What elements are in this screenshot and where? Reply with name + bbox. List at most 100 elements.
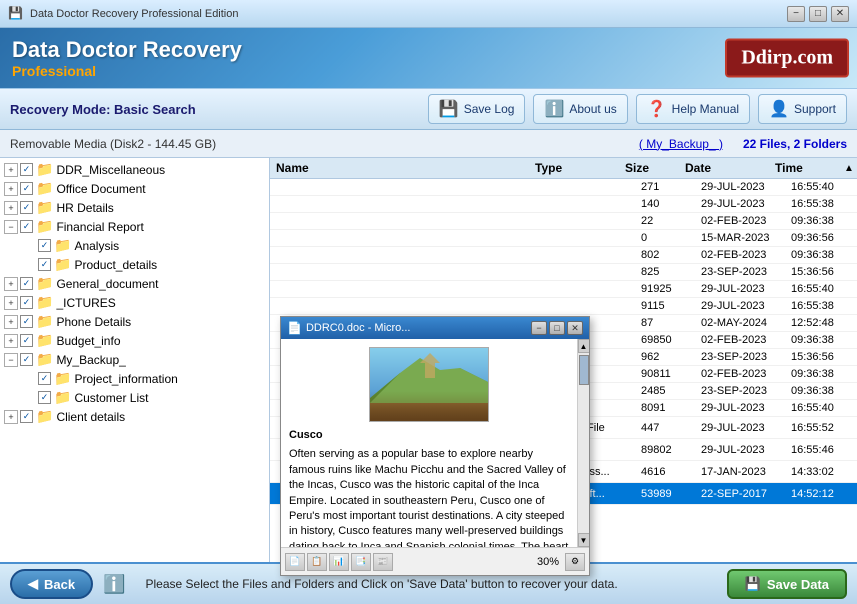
tree-checkbox[interactable]	[20, 201, 33, 214]
tree-checkbox[interactable]	[20, 334, 33, 347]
file-time: 09:36:56	[787, 232, 857, 244]
file-time: 09:36:38	[787, 215, 857, 227]
file-row[interactable]: 911529-JUL-202316:55:38	[270, 298, 857, 315]
backup-link[interactable]: ( My_Backup_ )	[619, 137, 743, 151]
close-button[interactable]: ✕	[831, 6, 849, 22]
file-row[interactable]: 27129-JUL-202316:55:40	[270, 179, 857, 196]
tree-item-customer_list[interactable]: 📁Customer List	[0, 388, 269, 407]
save-log-icon: 💾	[439, 99, 459, 119]
support-button[interactable]: 👤 Support	[758, 94, 847, 124]
save-log-button[interactable]: 💾 Save Log	[428, 94, 526, 124]
file-date: 23-SEP-2023	[697, 385, 787, 397]
tree-checkbox[interactable]	[20, 277, 33, 290]
file-size: 87	[637, 317, 697, 329]
tree-item-financial_report[interactable]: −📁Financial Report	[0, 217, 269, 236]
file-row[interactable]: 80202-FEB-202309:36:38	[270, 247, 857, 264]
tree-label: Financial Report	[56, 220, 143, 234]
statusbar: Removable Media (Disk2 - 144.45 GB) ( My…	[0, 130, 857, 158]
file-size: 9115	[637, 300, 697, 312]
file-time: 16:55:46	[787, 444, 857, 456]
file-time: 14:52:12	[787, 488, 857, 500]
doc-view-btn1[interactable]: 📄	[285, 553, 305, 571]
tree-label: My_Backup_	[56, 353, 125, 367]
tree-item-analysis[interactable]: 📁Analysis	[0, 236, 269, 255]
tree-expander[interactable]: −	[4, 220, 18, 234]
tree-expander[interactable]: +	[4, 410, 18, 424]
doc-scrollbar: ▲ ▼	[577, 339, 589, 547]
tree-item-office_doc[interactable]: +📁Office Document	[0, 179, 269, 198]
file-date: 29-JUL-2023	[697, 283, 787, 295]
doc-view-btn5[interactable]: 📰	[373, 553, 393, 571]
file-date: 29-JUL-2023	[697, 181, 787, 193]
tree-checkbox[interactable]	[20, 182, 33, 195]
doc-body: Cusco Often serving as a popular base to…	[281, 339, 577, 547]
doc-view-btn4[interactable]: 📑	[351, 553, 371, 571]
brand-logo: Ddirp.com	[725, 39, 849, 78]
folder-icon: 📁	[36, 313, 53, 330]
doc-minimize-btn[interactable]: −	[531, 321, 547, 335]
tree-expander[interactable]: +	[4, 201, 18, 215]
tree-expander[interactable]: +	[4, 315, 18, 329]
tree-expander[interactable]: −	[4, 353, 18, 367]
tree-expander[interactable]: +	[4, 277, 18, 291]
brand-subtitle: Professional	[12, 63, 242, 79]
help-icon: ❓	[647, 99, 667, 119]
tree-item-hr_details[interactable]: +📁HR Details	[0, 198, 269, 217]
save-data-button[interactable]: 💾 Save Data	[727, 569, 847, 599]
file-time: 16:55:52	[787, 422, 857, 434]
tree-label: Budget_info	[56, 334, 120, 348]
file-row[interactable]: 9192529-JUL-202316:55:40	[270, 281, 857, 298]
tree-item-general_doc[interactable]: +📁General_document	[0, 274, 269, 293]
doc-view-btn2[interactable]: 📋	[307, 553, 327, 571]
doc-maximize-btn[interactable]: □	[549, 321, 565, 335]
tree-item-my_backup[interactable]: −📁My_Backup_	[0, 350, 269, 369]
tree-item-budget_info[interactable]: +📁Budget_info	[0, 331, 269, 350]
file-size: 69850	[637, 334, 697, 346]
file-time: 16:55:38	[787, 300, 857, 312]
tree-checkbox[interactable]	[20, 296, 33, 309]
tree-item-product_details[interactable]: 📁Product_details	[0, 255, 269, 274]
file-date: 22-SEP-2017	[697, 488, 787, 500]
tree-checkbox[interactable]	[38, 391, 51, 404]
col-header-type: Type	[531, 161, 621, 175]
folder-icon: 📁	[54, 389, 71, 406]
file-row[interactable]: 015-MAR-202309:36:56	[270, 230, 857, 247]
scroll-down-arrow[interactable]: ▼	[578, 533, 590, 547]
scroll-top-btn[interactable]: ▲	[841, 161, 857, 175]
doc-view-btn3[interactable]: 📊	[329, 553, 349, 571]
file-list-header: Name Type Size Date Time ▲	[270, 158, 857, 179]
file-size: 4616	[637, 466, 697, 478]
tree-expander[interactable]: +	[4, 334, 18, 348]
tree-expander[interactable]: +	[4, 182, 18, 196]
about-us-button[interactable]: ℹ️ About us	[533, 94, 627, 124]
tree-item-client_details[interactable]: +📁Client details	[0, 407, 269, 426]
doc-body-text: Often serving as a popular base to explo…	[289, 447, 569, 547]
tree-item-ddr_misc[interactable]: +📁DDR_Miscellaneous	[0, 160, 269, 179]
file-row[interactable]: 2202-FEB-202309:36:38	[270, 213, 857, 230]
tree-checkbox[interactable]	[20, 163, 33, 176]
tree-checkbox[interactable]	[38, 258, 51, 271]
file-row[interactable]: 14029-JUL-202316:55:38	[270, 196, 857, 213]
file-date: 23-SEP-2023	[697, 351, 787, 363]
maximize-button[interactable]: □	[809, 6, 827, 22]
tree-checkbox[interactable]	[38, 372, 51, 385]
scroll-up-arrow[interactable]: ▲	[578, 339, 590, 353]
file-time: 12:52:48	[787, 317, 857, 329]
scroll-thumb[interactable]	[579, 355, 589, 385]
tree-expander[interactable]: +	[4, 163, 18, 177]
tree-checkbox[interactable]	[20, 410, 33, 423]
tree-checkbox[interactable]	[20, 220, 33, 233]
tree-item-project_info[interactable]: 📁Project_information	[0, 369, 269, 388]
doc-close-btn[interactable]: ✕	[567, 321, 583, 335]
back-button[interactable]: ◀ Back	[10, 569, 93, 599]
tree-expander[interactable]: +	[4, 296, 18, 310]
tree-checkbox[interactable]	[38, 239, 51, 252]
tree-checkbox[interactable]	[20, 353, 33, 366]
file-row[interactable]: 82523-SEP-202315:36:56	[270, 264, 857, 281]
tree-checkbox[interactable]	[20, 315, 33, 328]
tree-item-pictures[interactable]: +📁_ICTURES	[0, 293, 269, 312]
help-manual-button[interactable]: ❓ Help Manual	[636, 94, 750, 124]
doc-zoom-btn[interactable]: ⚙	[565, 553, 585, 571]
tree-item-phone_details[interactable]: +📁Phone Details	[0, 312, 269, 331]
minimize-button[interactable]: −	[787, 6, 805, 22]
